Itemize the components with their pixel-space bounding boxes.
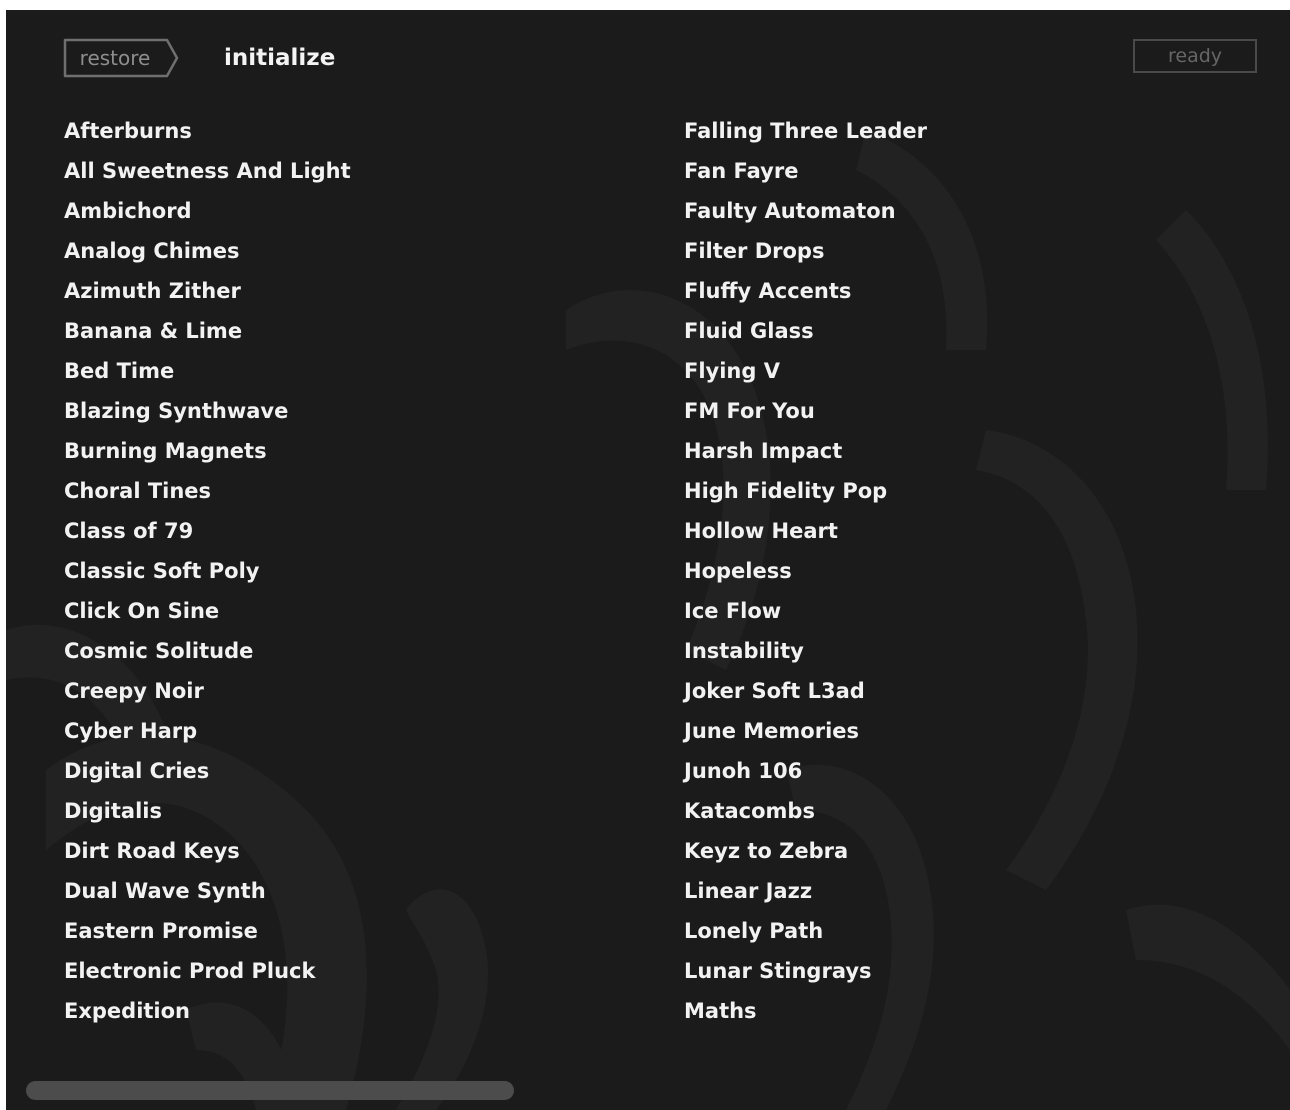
preset-item[interactable]: Azimuth Zither <box>64 271 351 311</box>
restore-button[interactable]: restore <box>63 38 179 78</box>
preset-item[interactable]: Filter Drops <box>684 231 927 271</box>
preset-item[interactable]: Blazing Synthwave <box>64 391 351 431</box>
preset-item[interactable]: Expedition <box>64 991 351 1031</box>
restore-label: restore <box>79 46 151 70</box>
preset-item[interactable]: Fluffy Accents <box>684 271 927 311</box>
preset-item[interactable]: Katacombs <box>684 791 927 831</box>
preset-item[interactable]: Creepy Noir <box>64 671 351 711</box>
preset-item[interactable]: Dirt Road Keys <box>64 831 351 871</box>
preset-item[interactable]: Cyber Harp <box>64 711 351 751</box>
preset-item[interactable]: Harsh Impact <box>684 431 927 471</box>
preset-item[interactable]: Cosmic Solitude <box>64 631 351 671</box>
preset-item[interactable]: Junoh 106 <box>684 751 927 791</box>
preset-item[interactable]: Falling Three Leader <box>684 111 927 151</box>
preset-item[interactable]: High Fidelity Pop <box>684 471 927 511</box>
preset-item[interactable]: Keyz to Zebra <box>684 831 927 871</box>
preset-item[interactable]: Lonely Path <box>684 911 927 951</box>
preset-list-left: Afterburns All Sweetness And Light Ambicho… <box>64 111 351 1031</box>
preset-list-right: Falling Three Leader Fan Fayre Faulty Auto… <box>684 111 927 1031</box>
preset-item[interactable]: All Sweetness And Light <box>64 151 351 191</box>
preset-item[interactable]: Bed Time <box>64 351 351 391</box>
preset-item[interactable]: Lunar Stingrays <box>684 951 927 991</box>
preset-item[interactable]: Flying V <box>684 351 927 391</box>
preset-item[interactable]: FM For You <box>684 391 927 431</box>
preset-item[interactable]: Classic Soft Poly <box>64 551 351 591</box>
preset-browser-panel: restore initialize ready Afterburns All S… <box>6 10 1290 1110</box>
preset-item[interactable]: Banana & Lime <box>64 311 351 351</box>
preset-item[interactable]: Click On Sine <box>64 591 351 631</box>
preset-item[interactable]: Fan Fayre <box>684 151 927 191</box>
preset-item[interactable]: Class of 79 <box>64 511 351 551</box>
horizontal-scrollbar-thumb[interactable] <box>26 1081 514 1100</box>
preset-item[interactable]: Maths <box>684 991 927 1031</box>
preset-item[interactable]: June Memories <box>684 711 927 751</box>
preset-item[interactable]: Joker Soft L3ad <box>684 671 927 711</box>
preset-item[interactable]: Eastern Promise <box>64 911 351 951</box>
preset-item[interactable]: Ice Flow <box>684 591 927 631</box>
preset-item[interactable]: Fluid Glass <box>684 311 927 351</box>
preset-item[interactable]: Burning Magnets <box>64 431 351 471</box>
initialize-button[interactable]: initialize <box>224 38 335 78</box>
preset-item[interactable]: Hopeless <box>684 551 927 591</box>
preset-item[interactable]: Instability <box>684 631 927 671</box>
preset-item[interactable]: Choral Tines <box>64 471 351 511</box>
preset-item[interactable]: Linear Jazz <box>684 871 927 911</box>
preset-item[interactable]: Digitalis <box>64 791 351 831</box>
preset-item[interactable]: Ambichord <box>64 191 351 231</box>
preset-item[interactable]: Dual Wave Synth <box>64 871 351 911</box>
preset-item[interactable]: Hollow Heart <box>684 511 927 551</box>
preset-item[interactable]: Analog Chimes <box>64 231 351 271</box>
status-badge: ready <box>1133 39 1257 73</box>
preset-item[interactable]: Afterburns <box>64 111 351 151</box>
preset-item[interactable]: Digital Cries <box>64 751 351 791</box>
preset-item[interactable]: Faulty Automaton <box>684 191 927 231</box>
preset-item[interactable]: Electronic Prod Pluck <box>64 951 351 991</box>
